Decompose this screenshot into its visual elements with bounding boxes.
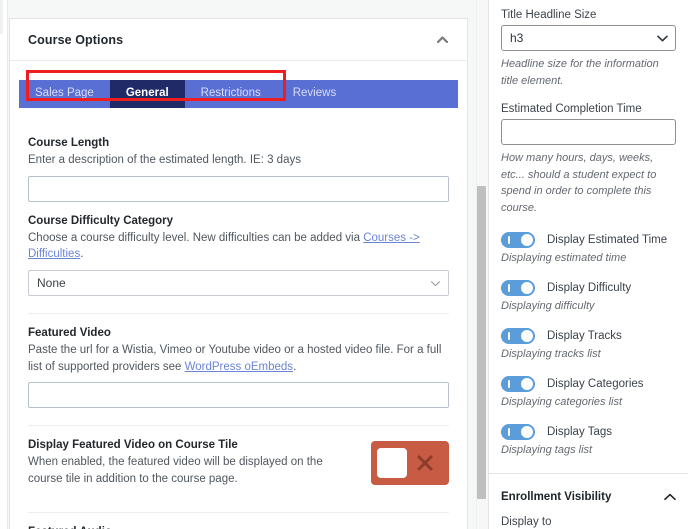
featured-video-description-period: . bbox=[293, 360, 297, 373]
left-strip-accent bbox=[0, 0, 3, 34]
display-categories-label: Display Categories bbox=[547, 378, 644, 390]
course-difficulty-select-wrap: None bbox=[28, 270, 449, 297]
field-title-headline-size: Title Headline Size h3 Headline size for… bbox=[501, 0, 676, 89]
metabox-header: Course Options bbox=[10, 19, 467, 61]
toggle-row-display-tags: Display Tags bbox=[501, 424, 676, 440]
course-difficulty-label: Course Difficulty Category bbox=[28, 214, 174, 227]
settings-sidebar: Title Headline Size h3 Headline size for… bbox=[488, 0, 688, 529]
tab-sales-page[interactable]: Sales Page bbox=[19, 80, 110, 108]
title-headline-size-select-wrap: h3 bbox=[501, 25, 676, 51]
course-difficulty-description-period: . bbox=[80, 248, 84, 261]
display-to-label: Display to bbox=[501, 516, 552, 528]
toggle-row-display-categories: Display Categories bbox=[501, 376, 676, 392]
featured-video-label: Featured Video bbox=[28, 327, 111, 340]
toggle-on-bar bbox=[508, 332, 510, 340]
wordpress-oembeds-link-video[interactable]: WordPress oEmbeds bbox=[185, 361, 293, 373]
toggle-on-bar bbox=[508, 428, 510, 436]
toggle-knob bbox=[377, 448, 407, 479]
display-featured-video-toggle[interactable] bbox=[371, 441, 449, 486]
page-title: Course Options bbox=[28, 32, 124, 47]
course-length-input[interactable] bbox=[28, 175, 449, 202]
estimated-completion-time-input[interactable] bbox=[501, 119, 676, 145]
scrollbar-thumb[interactable] bbox=[477, 186, 486, 499]
display-tags-label: Display Tags bbox=[547, 426, 612, 438]
enrollment-visibility-header[interactable]: Enrollment Visibility bbox=[501, 474, 676, 516]
display-featured-video-description: When enabled, the featured video will be… bbox=[28, 456, 323, 486]
toggle-row-display-difficulty: Display Difficulty bbox=[501, 280, 676, 296]
tab-reviews[interactable]: Reviews bbox=[276, 80, 353, 108]
display-tracks-help: Displaying tracks list bbox=[501, 348, 601, 360]
field-course-difficulty: Course Difficulty Category Choose a cour… bbox=[28, 202, 449, 297]
course-difficulty-description-text: Choose a course difficulty level. New di… bbox=[28, 231, 364, 244]
display-estimated-time-toggle[interactable] bbox=[501, 232, 535, 248]
estimated-completion-time-label: Estimated Completion Time bbox=[501, 103, 642, 115]
toggle-row-display-estimated-time: Display Estimated Time bbox=[501, 232, 676, 248]
field-estimated-completion-time: Estimated Completion Time How many hours… bbox=[501, 89, 676, 216]
display-tags-toggle[interactable] bbox=[501, 424, 535, 440]
field-display-featured-video: Display Featured Video on Course Tile Wh… bbox=[28, 426, 449, 494]
display-difficulty-toggle[interactable] bbox=[501, 280, 535, 296]
field-featured-video: Featured Video Paste the url for a Wisti… bbox=[28, 314, 449, 409]
tab-restrictions[interactable]: Restrictions bbox=[184, 80, 277, 108]
display-difficulty-label: Display Difficulty bbox=[547, 282, 632, 294]
chevron-up-icon[interactable] bbox=[664, 488, 676, 506]
toggle-row-display-tracks: Display Tracks bbox=[501, 328, 676, 344]
display-difficulty-help: Displaying difficulty bbox=[501, 300, 595, 312]
toggle-on-bar bbox=[508, 380, 510, 388]
course-options-metabox: Course Options Sales Page General Restri… bbox=[9, 18, 468, 529]
close-x-icon bbox=[407, 453, 443, 473]
course-length-label: Course Length bbox=[28, 137, 110, 149]
featured-video-description: Paste the url for a Wistia, Vimeo or You… bbox=[28, 342, 449, 375]
display-categories-toggle[interactable] bbox=[501, 376, 535, 392]
course-difficulty-select[interactable]: None bbox=[28, 270, 449, 297]
title-headline-size-label: Title Headline Size bbox=[501, 9, 597, 21]
display-featured-video-text: Display Featured Video on Course Tile Wh… bbox=[28, 439, 357, 494]
title-headline-size-select[interactable]: h3 bbox=[501, 25, 676, 51]
featured-video-input[interactable] bbox=[28, 382, 449, 409]
display-estimated-time-help: Displaying estimated time bbox=[501, 252, 627, 264]
toggle-knob bbox=[521, 282, 533, 294]
course-length-description: Enter a description of the estimated len… bbox=[28, 154, 301, 166]
display-featured-video-label: Display Featured Video on Course Tile bbox=[28, 439, 238, 452]
left-edge-strip bbox=[0, 0, 8, 529]
toggle-knob bbox=[521, 426, 533, 438]
toggle-knob bbox=[521, 330, 533, 342]
estimated-completion-time-help: How many hours, days, weeks, etc... shou… bbox=[501, 152, 657, 214]
field-featured-audio: Featured Audio Paste the url for a Sound… bbox=[28, 513, 449, 529]
toggle-knob bbox=[521, 378, 533, 390]
title-headline-size-help: Headline size for the information title … bbox=[501, 58, 659, 87]
display-estimated-time-label: Display Estimated Time bbox=[547, 234, 668, 246]
field-display-to: Display to everyone bbox=[501, 516, 676, 529]
chevron-up-icon[interactable] bbox=[431, 29, 453, 51]
enrollment-visibility-title: Enrollment Visibility bbox=[501, 491, 612, 503]
display-tracks-label: Display Tracks bbox=[547, 330, 622, 342]
editor-screen: Course Options Sales Page General Restri… bbox=[0, 0, 688, 529]
course-difficulty-description: Choose a course difficulty level. New di… bbox=[28, 230, 449, 263]
display-tags-help: Displaying tags list bbox=[501, 444, 593, 456]
display-tracks-toggle[interactable] bbox=[501, 328, 535, 344]
display-categories-help: Displaying categories list bbox=[501, 396, 623, 408]
toggle-on-bar bbox=[508, 284, 510, 292]
general-tab-panel: Course Length Enter a description of the… bbox=[10, 124, 467, 529]
tab-general[interactable]: General bbox=[109, 80, 185, 108]
toggle-on-bar bbox=[508, 236, 510, 244]
field-course-length: Course Length Enter a description of the… bbox=[28, 124, 449, 202]
toggle-knob bbox=[521, 234, 533, 246]
course-options-tabbar: Sales Page General Restrictions Reviews bbox=[19, 80, 458, 108]
